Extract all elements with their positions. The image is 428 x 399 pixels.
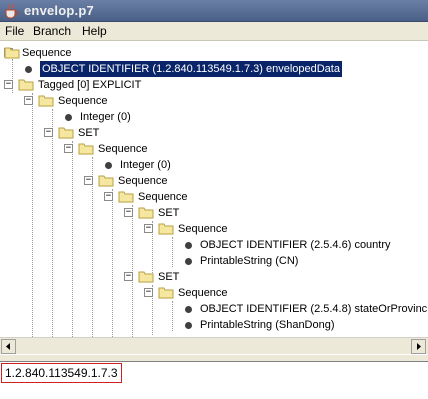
leaf-node-icon [185,306,192,313]
tree-node[interactable]: − SET [0,269,428,285]
collapse-toggle-icon[interactable]: − [124,208,133,217]
tree-node-label: Sequence [22,47,72,59]
pane-splitter[interactable] [0,354,428,362]
folder-icon [98,175,114,187]
tree-node-label: Sequence [98,143,148,155]
leaf-node-icon [185,322,192,329]
tree-node[interactable]: OBJECT IDENTIFIER (2.5.4.8) stateOrProvi… [0,301,428,317]
tree-node-label: Sequence [138,191,188,203]
folder-icon [158,287,174,299]
tree-node[interactable]: Integer (0) [0,157,428,173]
collapse-toggle-icon[interactable]: − [4,80,13,89]
window-title: envelop.p7 [24,3,94,18]
scroll-right-icon[interactable] [411,339,426,354]
tree-node[interactable]: − Sequence [0,173,428,189]
horizontal-scrollbar[interactable] [0,337,428,354]
tree-node-label: Sequence [118,175,168,187]
tree-node[interactable]: PrintableString (CN) [0,253,428,269]
collapse-toggle-icon[interactable]: − [144,288,153,297]
menu-file[interactable]: File [5,24,24,38]
asn1-tree[interactable]: − Sequence OBJECT IDENTIFIER (1.2.840.11… [0,41,428,337]
collapse-toggle-icon[interactable]: − [24,96,33,105]
collapse-toggle-icon[interactable]: − [44,128,53,137]
folder-icon [58,127,74,139]
tree-node-label: OBJECT IDENTIFIER (2.5.4.8) stateOrProvi… [200,303,428,315]
folder-icon [78,143,94,155]
folder-icon [138,207,154,219]
tree-node-label: Integer (0) [120,159,171,171]
folder-icon [18,79,34,91]
java-cup-icon [3,3,19,19]
collapse-toggle-icon[interactable]: − [124,272,133,281]
menu-branch[interactable]: Branch [33,24,71,38]
leaf-node-icon [105,162,112,169]
collapse-toggle-icon[interactable]: − [84,176,93,185]
tree-node[interactable]: − SET [0,205,428,221]
collapse-toggle-icon[interactable]: − [104,192,113,201]
folder-icon [138,271,154,283]
tree-node[interactable]: − Sequence [0,93,428,109]
leaf-node-icon [185,242,192,249]
tree-node[interactable]: − Sequence [0,45,428,61]
folder-icon [118,191,134,203]
tree-node-label: Sequence [178,223,228,235]
tree-node-label: PrintableString (CN) [200,255,299,267]
tree-node-label: PrintableString (ShanDong) [200,319,335,331]
tree-node[interactable]: − Sequence [0,141,428,157]
collapse-toggle-icon[interactable]: − [144,224,153,233]
tree-node[interactable]: − Tagged [0] EXPLICIT [0,77,428,93]
tree-node[interactable]: − Sequence [0,221,428,237]
tree-node-label: Tagged [0] EXPLICIT [38,79,142,91]
title-bar: envelop.p7 [0,0,428,22]
tree-node-label: OBJECT IDENTIFIER (2.5.4.6) country [200,239,391,251]
tree-node-label: Sequence [58,95,108,107]
leaf-node-icon [65,114,72,121]
tree-node[interactable]: OBJECT IDENTIFIER (2.5.4.6) country [0,237,428,253]
menu-help[interactable]: Help [82,24,107,38]
tree-node-label: Integer (0) [80,111,131,123]
folder-icon [38,95,54,107]
tree-node-label: SET [158,207,180,219]
tree-node-label: OBJECT IDENTIFIER (1.2.840.113549.1.7.3)… [40,61,342,77]
tree-node[interactable]: − Sequence [0,189,428,205]
tree-node-label: SET [78,127,100,139]
scroll-left-icon[interactable] [1,339,16,354]
leaf-node-icon [185,258,192,265]
tree-node[interactable]: Integer (0) [0,109,428,125]
menu-bar: File Branch Help [0,22,428,41]
tree-node-label: SET [158,271,180,283]
folder-icon [158,223,174,235]
collapse-toggle-icon[interactable]: − [64,144,73,153]
leaf-node-icon [25,66,32,73]
oid-value: 1.2.840.113549.1.7.3 [1,363,122,383]
folder-icon [4,47,20,59]
tree-node[interactable]: PrintableString (ShanDong) [0,317,428,333]
tree-node[interactable]: − Sequence [0,285,428,301]
tree-node-label: Sequence [178,287,228,299]
detail-pane: 1.2.840.113549.1.7.3 [0,362,428,399]
tree-node[interactable]: − SET [0,125,428,141]
tree-node[interactable]: OBJECT IDENTIFIER (1.2.840.113549.1.7.3)… [0,61,428,77]
